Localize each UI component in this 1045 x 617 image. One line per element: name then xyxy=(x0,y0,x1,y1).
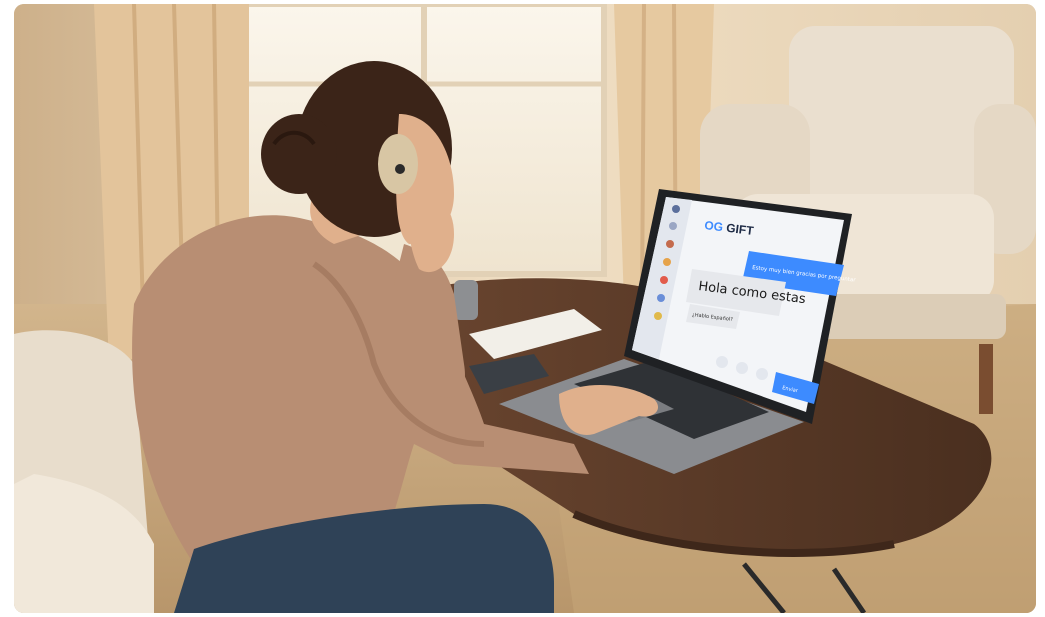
scene-illustration: OG GIFT Estoy muy bien gracias por pregu… xyxy=(14,4,1036,613)
music-icon xyxy=(756,368,768,380)
user-icon xyxy=(736,362,748,374)
photo-frame: OG GIFT Estoy muy bien gracias por pregu… xyxy=(14,4,1036,613)
hair-bun xyxy=(261,114,337,194)
ear-device-icon xyxy=(378,134,418,194)
hashtag-icon xyxy=(716,356,728,368)
cup xyxy=(454,280,478,320)
